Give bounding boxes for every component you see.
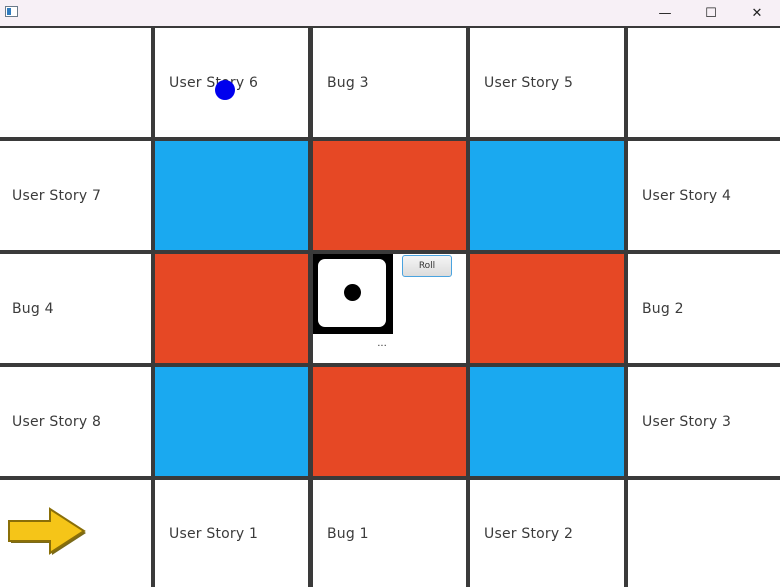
- board-tile: Bug 2: [628, 254, 780, 363]
- maximize-button[interactable]: ☐: [688, 0, 734, 26]
- tile-label: User Story 7: [12, 187, 102, 204]
- board-tile: User Story 1: [155, 480, 308, 587]
- red-inner-tile: [313, 367, 466, 476]
- tile-label: User Story 4: [642, 187, 732, 204]
- board-tile-corner-top-left: [0, 28, 151, 137]
- close-button[interactable]: ✕: [734, 0, 780, 26]
- start-arrow-icon: [8, 507, 86, 555]
- roll-status-text: ...: [377, 338, 387, 349]
- dice-pip: [344, 284, 361, 301]
- board-tile: User Story 3: [628, 367, 780, 476]
- game-board: User Story 6 Bug 3 User Story 5 User Sto…: [0, 26, 780, 587]
- tile-label: User Story 5: [484, 74, 574, 91]
- blue-inner-tile: [470, 141, 624, 250]
- red-inner-tile: [470, 254, 624, 363]
- board-tile: User Story 4: [628, 141, 780, 250]
- app-icon: [5, 6, 18, 17]
- tile-label: Bug 3: [327, 74, 369, 91]
- board-tile: Bug 4: [0, 254, 151, 363]
- board-tile: Bug 3: [313, 28, 466, 137]
- tile-label: Bug 2: [642, 300, 684, 317]
- player-token-icon[interactable]: [215, 80, 235, 100]
- tile-label: Bug 4: [12, 300, 54, 317]
- blue-inner-tile: [470, 367, 624, 476]
- dice: [313, 254, 393, 334]
- board-tile: User Story 5: [470, 28, 624, 137]
- red-inner-tile: [313, 141, 466, 250]
- dice-face: [318, 259, 386, 327]
- tile-label: User Story 8: [12, 413, 102, 430]
- minimize-button[interactable]: —: [642, 0, 688, 26]
- red-inner-tile: [155, 254, 308, 363]
- board-tile: User Story 2: [470, 480, 624, 587]
- blue-inner-tile: [155, 141, 308, 250]
- board-tile: Bug 1: [313, 480, 466, 587]
- board-tile: User Story 8: [0, 367, 151, 476]
- tile-label: User Story 1: [169, 525, 259, 542]
- blue-inner-tile: [155, 367, 308, 476]
- board-tile-corner-top-right: [628, 28, 780, 137]
- window-titlebar: — ☐ ✕: [0, 0, 780, 27]
- board-tile: User Story 7: [0, 141, 151, 250]
- roll-button[interactable]: Roll: [402, 255, 452, 277]
- board-tile-corner-bottom-right: [628, 480, 780, 587]
- tile-label: User Story 2: [484, 525, 574, 542]
- tile-label: User Story 6: [169, 74, 259, 91]
- tile-label: Bug 1: [327, 525, 369, 542]
- tile-label: User Story 3: [642, 413, 732, 430]
